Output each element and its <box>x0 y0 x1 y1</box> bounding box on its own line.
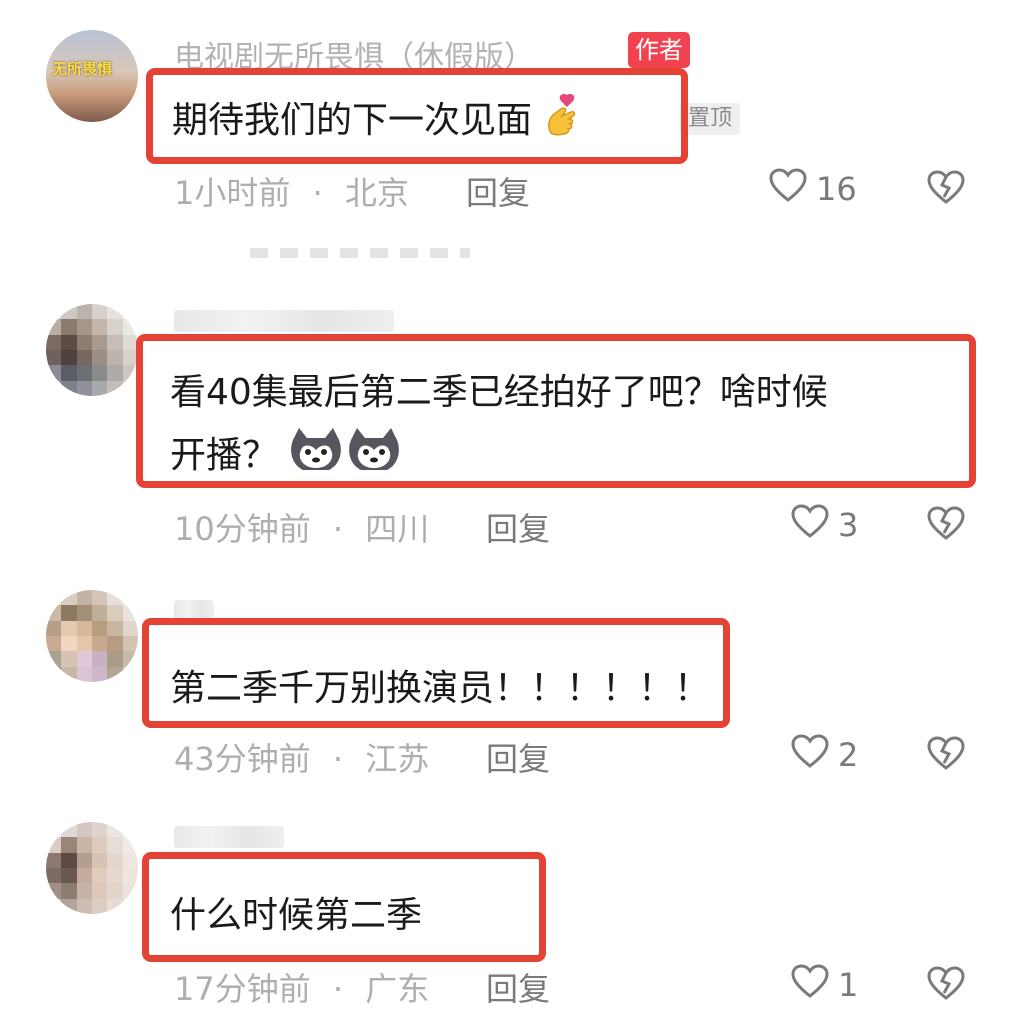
comment-item: 第二季千万别换演员！！！！！！ 43分钟前 · 江苏 回复 2 <box>0 570 1024 800</box>
comment-location: 江苏 <box>365 740 430 778</box>
avatar[interactable] <box>46 822 138 914</box>
reply-button[interactable]: 回复 <box>486 964 550 1010</box>
comment-location: 北京 <box>344 174 409 212</box>
comment-meta: 1小时前 · 北京 <box>174 168 409 214</box>
comment-text-line: 开播？ <box>170 435 279 476</box>
like-button[interactable]: 3 <box>790 503 858 547</box>
author-badge: 作者 <box>628 32 690 68</box>
avatar[interactable] <box>46 590 138 682</box>
comment-text-tail: ！！ <box>638 668 711 709</box>
comment-text: 开播？ <box>170 428 401 486</box>
meta-separator: · <box>332 970 344 1008</box>
comment-text-body: 第二季千万别换演员！！！！ <box>170 668 639 709</box>
reply-button[interactable]: 回复 <box>466 168 530 214</box>
reply-button[interactable]: 回复 <box>486 504 550 550</box>
like-button[interactable]: 1 <box>790 963 858 1007</box>
comment-item: 什么时候第二季 17分钟前 · 广东 回复 1 <box>0 800 1024 1035</box>
like-count: 16 <box>816 170 857 208</box>
heart-icon <box>790 963 830 1007</box>
comment-text: 看40集最后第二季已经拍好了吧？啥时候 <box>170 368 828 418</box>
comment-meta: 43分钟前 · 江苏 <box>174 734 429 780</box>
comment-item: 看40集最后第二季已经拍好了吧？啥时候 开播？ 10分钟前 · 四川 回复 3 <box>0 270 1024 560</box>
comment-text: 第二季千万别换演员！！！！！！ <box>170 664 710 714</box>
broken-heart-icon[interactable] <box>926 965 966 1005</box>
avatar-logo-text: 无所畏惧 <box>52 60 113 78</box>
broken-heart-icon[interactable] <box>926 169 966 209</box>
broken-heart-icon[interactable] <box>926 505 966 545</box>
comment-item: 无所畏惧 电视剧无所畏惧（休假版） 作者 置顶 期待我们的下一次见面 1小时前 … <box>0 0 1024 240</box>
comment-time: 17分钟前 <box>174 970 311 1008</box>
like-button[interactable]: 16 <box>768 167 857 211</box>
heart-icon <box>768 167 808 211</box>
comment-meta: 10分钟前 · 四川 <box>174 504 429 550</box>
comment-location: 广东 <box>365 970 430 1008</box>
comment-text-body: 什么时候第二季 <box>170 895 423 936</box>
like-count: 3 <box>838 506 859 544</box>
cropped-text-fragment <box>250 248 470 258</box>
comment-time: 43分钟前 <box>174 740 311 778</box>
comment-location: 四川 <box>365 510 430 548</box>
comment-text-line: 看40集最后第二季已经拍好了吧？啥时候 <box>170 372 828 413</box>
comment-text: 什么时候第二季 <box>170 891 422 941</box>
meta-separator: · <box>312 174 323 212</box>
username-blurred <box>174 826 284 848</box>
reply-button[interactable]: 回复 <box>486 734 550 780</box>
husky-dog-emoji <box>289 428 401 486</box>
pinned-tag: 置顶 <box>680 103 741 135</box>
comment-text-body: 期待我们的下一次见面 <box>172 100 533 141</box>
broken-heart-icon[interactable] <box>926 735 966 775</box>
avatar[interactable]: 无所畏惧 <box>46 30 138 122</box>
comment-text: 期待我们的下一次见面 <box>172 93 581 151</box>
heart-icon <box>790 503 830 547</box>
like-count: 2 <box>838 736 859 774</box>
like-button[interactable]: 2 <box>790 733 858 777</box>
username-blurred <box>174 310 394 332</box>
comment-time: 1小时前 <box>174 174 291 212</box>
comment-time: 10分钟前 <box>174 510 311 548</box>
meta-separator: · <box>332 740 344 778</box>
finger-heart-emoji <box>543 93 581 151</box>
heart-icon <box>790 733 830 777</box>
like-count: 1 <box>838 966 859 1004</box>
comment-meta: 17分钟前 · 广东 <box>174 964 429 1010</box>
meta-separator: · <box>332 510 344 548</box>
avatar[interactable] <box>46 304 138 396</box>
